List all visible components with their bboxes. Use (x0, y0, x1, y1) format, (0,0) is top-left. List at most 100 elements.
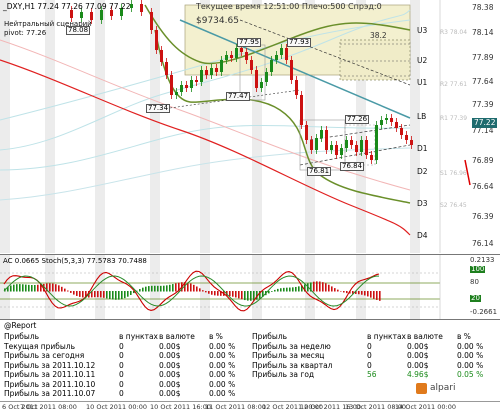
report-cell: 0.00$ (159, 341, 181, 351)
indicator-scale-top-right: 0.2133 (470, 256, 495, 264)
level-name-d3: D3 (417, 199, 428, 208)
level-name-d1: D1 (417, 144, 428, 153)
report-cell: 0 (119, 351, 124, 360)
indicator-scale-80: 80 (470, 278, 479, 286)
price-tag: 78.08 (66, 26, 91, 35)
report-cell: 0 (367, 360, 372, 370)
alpari-logo: alpari (416, 382, 486, 396)
indicator-scale-20: 20 (470, 294, 481, 302)
report-cell: 0.00 % (209, 351, 236, 360)
report-cell: 0.00$ (407, 341, 429, 351)
level-value-d2: S1 76.96 (440, 170, 467, 177)
report-row: Прибыль за 2011.10.10 0 0.00$ 0.00 % (4, 380, 249, 390)
price-tag: 77.34 (146, 104, 171, 113)
report-cell: 0.00$ (407, 360, 429, 370)
report-header-cell: в % (457, 332, 471, 341)
price-scale-label: 77.89 (472, 53, 494, 62)
report-cell: 0.00$ (159, 351, 181, 360)
report-cell: 0.00$ (407, 351, 429, 360)
time-axis-label: 11 Oct 2011 08:00 (205, 403, 266, 411)
report-cell: 0.00$ (159, 370, 181, 379)
report-row: Прибыль за квартал 0 0.00$ 0.00 % (252, 361, 497, 371)
price-scale-label: 77.14 (472, 126, 494, 135)
report-row: Прибыль за 2011.10.11 0 0.00$ 0.00 % (4, 370, 249, 380)
chart-header: _DXY,H1 77.24 77.26 77.09 77.22 (3, 2, 131, 11)
report-row: Прибыль за 2011.10.07 0 0.00$ 0.00 % (4, 389, 249, 399)
price-scale-label: 78.14 (472, 28, 494, 37)
report-cell: 0.00 % (457, 341, 484, 351)
report-row: Прибыль за сегодня 0 0.00$ 0.00 % (4, 351, 249, 361)
report-cell: 0 (119, 360, 124, 370)
level-name-u3: U3 (417, 26, 428, 35)
report-cell: 0.00$ (159, 389, 181, 398)
fib-level-label: 38.2 (370, 31, 387, 40)
report-cell: 0.05 % (457, 370, 484, 379)
level-value-d3: S2 76.45 (440, 202, 467, 209)
level-name-u1: U1 (417, 78, 428, 87)
price-scale-label: 77.39 (472, 100, 494, 109)
time-axis-label: 10 Oct 2011 00:00 (86, 403, 147, 411)
price-scale-label: 76.89 (472, 156, 494, 165)
report-cell: 4.96$ (407, 370, 429, 379)
price-tag: 76.84 (340, 162, 365, 171)
terminal-window: _DXY,H1 77.24 77.26 77.09 77.22 Нейтраль… (0, 0, 500, 414)
report-header-cell: в % (209, 332, 223, 341)
report-header-cell: в пунктах (367, 332, 406, 341)
time-axis: 6 Oct 2011 7 Oct 2011 08:00 10 Oct 2011 00… (0, 401, 500, 414)
level-value-u1: R2 77.61 (440, 81, 468, 88)
price-scale-label: 77.64 (472, 77, 494, 86)
report-cell: 0.00 % (209, 341, 236, 351)
report-header-cell: Прибыль (4, 332, 40, 341)
report-row: Прибыль за месяц 0 0.00$ 0.00 % (252, 351, 497, 361)
balance-label: $9734.65 (196, 16, 239, 26)
time-axis-label: 10 Oct 2011 16:00 (150, 403, 211, 411)
report-cell: 0.00$ (159, 360, 181, 370)
report-row: Текущая прибыль 0 0.00$ 0.00 % (4, 342, 249, 352)
price-scale-label: 76.14 (472, 239, 494, 248)
report-header-cell: в валюте (159, 332, 195, 341)
report-cell: Прибыль за год (252, 370, 315, 379)
report-header-cell: Прибыль (252, 332, 288, 341)
price-tag: 76.81 (307, 167, 332, 176)
report-cell: 0 (119, 370, 124, 379)
report-cell: Прибыль за квартал (252, 360, 333, 370)
report-cell: 0.00 % (457, 360, 484, 370)
current-price-tag: 77.22 (472, 118, 498, 128)
indicator-scale-low: -0.2661 (470, 308, 498, 316)
level-name-d2: D2 (417, 167, 428, 176)
price-scale-label: 78.38 (472, 3, 494, 12)
report-cell: 0.00 % (457, 351, 484, 360)
level-name-u2: U2 (417, 56, 428, 65)
report-cell: Прибыль за месяц (252, 351, 325, 360)
report-table-right: Прибыль в пунктах в валюте в % Прибыль за не… (252, 332, 497, 380)
report-cell: 0.00 % (209, 370, 236, 379)
main-chart[interactable]: _DXY,H1 77.24 77.26 77.09 77.22 Нейтраль… (0, 0, 500, 253)
indicator-pane[interactable]: AC 0.0665 Stoch(5,3,3) 77.5783 70.7488 0… (0, 254, 500, 319)
report-header-cell: в пунктах (119, 332, 158, 341)
report-cell: Прибыль за 2011.10.11 (4, 370, 96, 379)
report-cell: Прибыль за неделю (252, 341, 331, 351)
report-table-left: Прибыль в пунктах в валюте в % Текущая прибы… (4, 332, 249, 399)
price-tag: 77.26 (345, 115, 370, 124)
price-tag: 77.93 (287, 38, 312, 47)
report-cell: 0 (367, 341, 372, 351)
report-header-cell: в валюте (407, 332, 443, 341)
report-cell: 56 (367, 370, 377, 379)
level-value-u3: R3 78.04 (440, 29, 468, 36)
indicator-scale-100: 100 (470, 265, 486, 273)
level-name-d4: D4 (417, 231, 428, 240)
alpari-logo-icon (416, 383, 427, 394)
price-tag: 77.95 (237, 38, 262, 47)
report-cell: 0 (119, 341, 124, 351)
alpari-logo-text: alpari (430, 383, 456, 393)
time-info: Текущее время 12:51:00 Плечо:500 Спрэд:0 (196, 2, 382, 11)
report-cell: Прибыль за 2011.10.12 (4, 360, 96, 370)
report-row: Прибыль за год 56 4.96$ 0.05 % (252, 370, 497, 380)
report-title: @Report (4, 321, 37, 330)
report-cell: 0.00 % (209, 379, 236, 389)
report-cell: 0 (119, 379, 124, 389)
price-scale-label: 76.64 (472, 182, 494, 191)
report-pane: @Report Прибыль в пунктах в валюте в % Текущ… (0, 319, 500, 402)
report-cell: 0 (367, 351, 372, 360)
time-axis-label: 14 Oct 2011 00:00 (395, 403, 456, 411)
